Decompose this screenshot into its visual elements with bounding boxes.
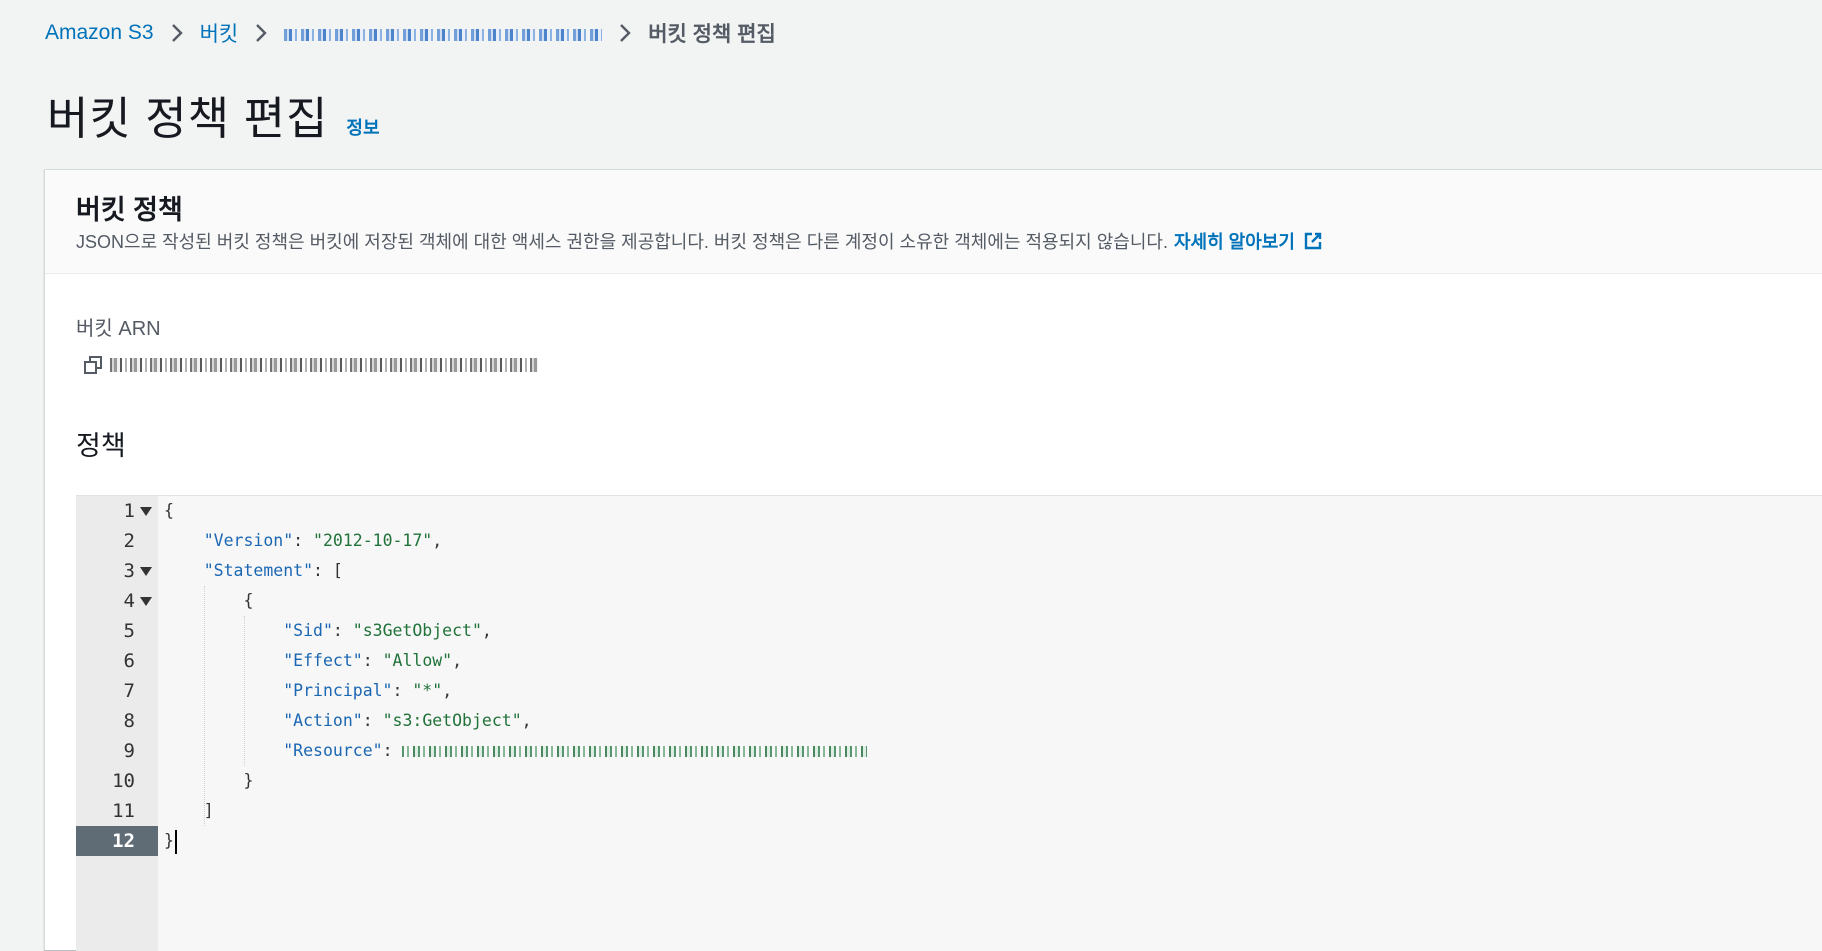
code-line-1: { bbox=[164, 501, 174, 520]
breadcrumb: Amazon S3 버킷 버킷 정책 편집 bbox=[45, 16, 776, 50]
panel-description-text: JSON으로 작성된 버킷 정책은 버킷에 저장된 객체에 대한 액세스 권한을… bbox=[76, 232, 1168, 252]
code-line-12: } bbox=[164, 826, 177, 856]
external-link-icon bbox=[1304, 232, 1322, 250]
text-cursor bbox=[174, 829, 177, 854]
policy-label: 정책 bbox=[76, 431, 126, 461]
line-number: 6 bbox=[123, 650, 135, 672]
learn-more-label: 자세히 알아보기 bbox=[1173, 232, 1295, 252]
chevron-right-icon bbox=[618, 22, 632, 44]
chevron-right-icon bbox=[254, 22, 268, 44]
panel-description: JSON으로 작성된 버킷 정책은 버킷에 저장된 객체에 대한 액세스 권한을… bbox=[76, 228, 1323, 254]
editor-gutter: 1 2 3 4 5 6 7 8 9 10 11 12 bbox=[76, 496, 158, 951]
bucket-arn-row bbox=[80, 352, 538, 378]
resource-value-redacted bbox=[402, 746, 868, 757]
breadcrumb-amazon-s3[interactable]: Amazon S3 bbox=[45, 21, 154, 45]
code-line-4: { bbox=[243, 591, 254, 610]
line-number: 10 bbox=[112, 770, 135, 792]
breadcrumb-bucket-name-redacted[interactable] bbox=[284, 29, 603, 41]
page-header: 버킷 정책 편집 정보 bbox=[47, 82, 380, 147]
line-number: 2 bbox=[123, 530, 135, 552]
page-title: 버킷 정책 편집 bbox=[47, 93, 329, 144]
breadcrumb-buckets[interactable]: 버킷 bbox=[200, 18, 239, 48]
line-number: 9 bbox=[123, 740, 135, 762]
copy-icon[interactable] bbox=[80, 352, 108, 378]
fold-arrow-icon[interactable] bbox=[140, 597, 152, 606]
line-number: 8 bbox=[123, 710, 135, 732]
line-number: 11 bbox=[112, 800, 135, 822]
editor-code-area[interactable]: { "Version": "2012-10-17", "Statement": … bbox=[158, 496, 1822, 951]
code-line-3: "Statement": [ bbox=[203, 561, 343, 580]
bucket-arn-value-redacted bbox=[110, 358, 538, 372]
code-line-10: } bbox=[243, 771, 254, 790]
code-line-5: "Sid": "s3GetObject", bbox=[283, 621, 492, 640]
line-number: 7 bbox=[123, 680, 135, 702]
panel-header: 버킷 정책 JSON으로 작성된 버킷 정책은 버킷에 저장된 객체에 대한 액… bbox=[45, 170, 1822, 274]
line-number: 4 bbox=[76, 586, 158, 616]
line-number: 3 bbox=[76, 556, 158, 586]
line-number: 1 bbox=[76, 496, 158, 526]
breadcrumb-current: 버킷 정책 편집 bbox=[648, 23, 776, 46]
code-line-8: "Action": "s3:GetObject", bbox=[283, 711, 532, 730]
bucket-arn-label: 버킷 ARN bbox=[76, 318, 161, 340]
fold-arrow-icon[interactable] bbox=[140, 567, 152, 576]
code-line-9: "Resource": bbox=[164, 736, 868, 766]
code-line-11: ] bbox=[203, 801, 214, 820]
bucket-policy-panel: 버킷 정책 JSON으로 작성된 버킷 정책은 버킷에 저장된 객체에 대한 액… bbox=[44, 169, 1822, 951]
code-line-6: "Effect": "Allow", bbox=[283, 651, 463, 670]
code-line-7: "Principal": "*", bbox=[283, 681, 453, 700]
line-number: 5 bbox=[123, 620, 135, 642]
line-number-active: 12 bbox=[76, 826, 158, 856]
chevron-right-icon bbox=[170, 22, 184, 44]
code-line-2: "Version": "2012-10-17", bbox=[203, 531, 443, 550]
info-link[interactable]: 정보 bbox=[346, 114, 379, 140]
policy-json-editor[interactable]: 1 2 3 4 5 6 7 8 9 10 11 12 {"Version": … bbox=[76, 495, 1822, 951]
fold-arrow-icon[interactable] bbox=[140, 507, 152, 516]
panel-heading: 버킷 정책 bbox=[76, 195, 183, 225]
learn-more-link[interactable]: 자세히 알아보기 bbox=[1174, 228, 1323, 254]
